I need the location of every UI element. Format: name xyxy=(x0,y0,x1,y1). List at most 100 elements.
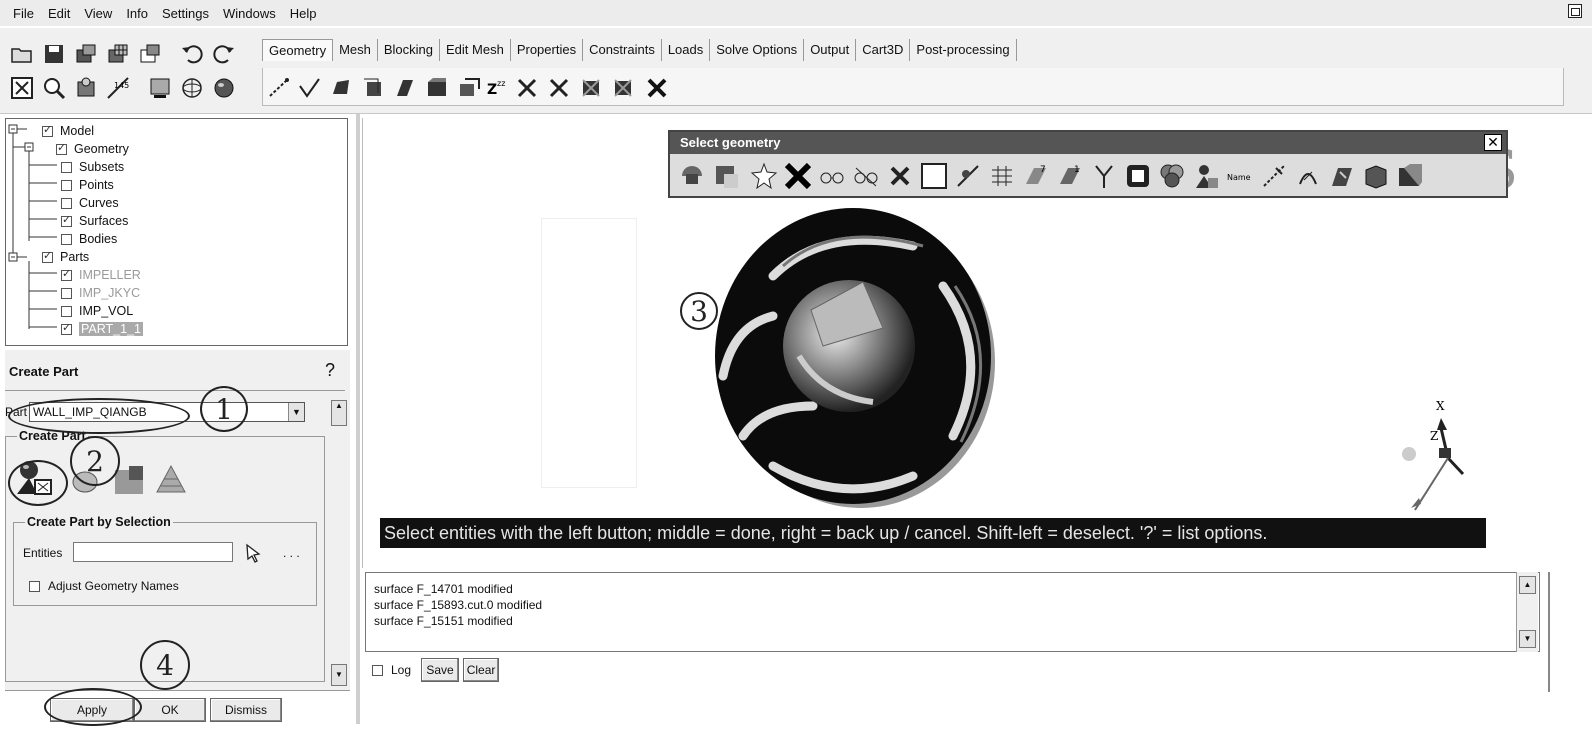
select-by-subset-icon[interactable] xyxy=(1192,162,1220,190)
select-all-icon[interactable] xyxy=(784,162,812,190)
restore-dormant-icon[interactable]: Zzz xyxy=(485,76,509,100)
redo-icon[interactable] xyxy=(212,42,236,66)
chevron-down-icon[interactable]: ▼ xyxy=(288,403,305,421)
tree-item-imp-jkyc[interactable]: IMP_JKYC xyxy=(61,284,140,302)
tab-geometry[interactable]: Geometry xyxy=(262,39,334,61)
select-points-icon[interactable] xyxy=(954,162,982,190)
menu-edit[interactable]: Edit xyxy=(48,6,70,21)
save-log-button[interactable]: Save xyxy=(421,658,460,682)
select-blocks-icon[interactable] xyxy=(1362,162,1390,190)
checkbox[interactable] xyxy=(61,233,72,245)
save-icon[interactable] xyxy=(42,42,66,66)
log-scroll-down[interactable]: ▼ xyxy=(1519,630,1536,648)
entities-input[interactable] xyxy=(73,542,233,562)
clear-log-button[interactable]: Clear xyxy=(463,658,500,682)
menu-info[interactable]: Info xyxy=(126,6,148,21)
select-hidden-icon[interactable] xyxy=(852,162,880,190)
more-options-button[interactable]: . . . xyxy=(283,546,300,560)
select-by-type-icon[interactable] xyxy=(1260,162,1288,190)
adjust-names-checkbox[interactable] xyxy=(29,580,40,592)
geometry-file-icon[interactable] xyxy=(74,42,98,66)
fit-window-icon[interactable] xyxy=(10,76,34,100)
shaded-icon[interactable] xyxy=(212,76,236,100)
log-scrollbar[interactable]: ▲ ▼ xyxy=(1516,572,1538,652)
zoom-icon[interactable] xyxy=(42,76,66,100)
menu-settings[interactable]: Settings xyxy=(162,6,209,21)
panel-scroll-up[interactable]: ▲ xyxy=(331,400,347,426)
delete-body-icon[interactable] xyxy=(611,76,635,100)
help-icon[interactable]: ? xyxy=(325,360,335,381)
select-adjacent-icon[interactable] xyxy=(1328,162,1356,190)
tab-blocking[interactable]: Blocking xyxy=(378,39,441,61)
tab-mesh[interactable]: Mesh xyxy=(333,39,378,61)
log-scroll-up[interactable]: ▲ xyxy=(1519,576,1536,594)
checkbox[interactable] xyxy=(56,141,67,155)
dismiss-button[interactable]: Dismiss xyxy=(210,698,282,722)
panel-divider[interactable] xyxy=(356,114,360,724)
select-surfaces-icon[interactable]: 7 xyxy=(1022,162,1050,190)
checkbox[interactable] xyxy=(61,161,72,173)
display-settings-icon[interactable] xyxy=(148,76,172,100)
select-bodies-icon[interactable]: 1 xyxy=(1056,162,1084,190)
tab-edit-mesh[interactable]: Edit Mesh xyxy=(440,39,511,61)
transform-geometry-icon[interactable] xyxy=(457,76,481,100)
checkbox[interactable] xyxy=(61,179,72,191)
select-visible-icon[interactable] xyxy=(818,162,846,190)
tree-item-surfaces[interactable]: Surfaces xyxy=(61,212,128,230)
tree-item-part-1-1[interactable]: PART_1_1 xyxy=(61,320,143,338)
checkbox[interactable] xyxy=(61,267,72,281)
toggle-selection-mode-icon[interactable] xyxy=(678,162,706,190)
select-box-icon[interactable] xyxy=(750,162,778,190)
tree-item-parts[interactable]: Parts xyxy=(42,248,89,266)
menu-windows[interactable]: Windows xyxy=(223,6,276,21)
select-by-color-icon[interactable] xyxy=(1158,162,1186,190)
measure-icon[interactable] xyxy=(74,76,98,100)
checkbox[interactable] xyxy=(61,213,72,227)
create-point-icon[interactable] xyxy=(267,76,291,100)
open-folder-icon[interactable] xyxy=(10,42,34,66)
tab-loads[interactable]: Loads xyxy=(662,39,711,61)
select-curves-icon[interactable] xyxy=(988,162,1016,190)
tab-output[interactable]: Output xyxy=(804,39,857,61)
close-icon[interactable]: ✕ xyxy=(1484,134,1502,151)
cancel-selection-icon[interactable] xyxy=(886,162,914,190)
create-part-by-mesh-icon[interactable] xyxy=(153,462,189,498)
delete-curve-icon[interactable] xyxy=(547,76,571,100)
tab-cart3d[interactable]: Cart3D xyxy=(856,39,911,61)
delete-surface-icon[interactable] xyxy=(579,76,603,100)
select-cursor-icon[interactable] xyxy=(243,542,265,564)
checkbox[interactable] xyxy=(61,197,72,209)
quality-icon[interactable]: 145 xyxy=(106,76,130,100)
tree-item-impeller[interactable]: IMPELLER xyxy=(61,266,141,284)
create-surface-icon[interactable] xyxy=(329,76,353,100)
tab-properties[interactable]: Properties xyxy=(511,39,584,61)
rectangle-select-icon[interactable] xyxy=(920,162,948,190)
blocking-file-icon[interactable] xyxy=(138,42,162,66)
select-mesh-icon[interactable] xyxy=(1396,162,1424,190)
create-body-icon[interactable] xyxy=(393,76,417,100)
checkbox[interactable] xyxy=(42,123,53,137)
tree-item-curves[interactable]: Curves xyxy=(61,194,119,212)
restore-window-icon[interactable] xyxy=(1568,4,1582,18)
checkbox[interactable] xyxy=(61,287,72,299)
panel-scroll-down[interactable]: ▼ xyxy=(331,664,347,686)
menu-file[interactable]: File xyxy=(13,6,34,21)
tree-item-model[interactable]: Model xyxy=(42,122,94,140)
ok-button[interactable]: OK xyxy=(134,698,206,722)
tree-item-geometry[interactable]: Geometry xyxy=(56,140,129,158)
tab-constraints[interactable]: Constraints xyxy=(583,39,662,61)
delete-point-icon[interactable] xyxy=(515,76,539,100)
log-checkbox[interactable] xyxy=(372,664,383,676)
mesh-file-icon[interactable] xyxy=(106,42,130,66)
impeller-model[interactable] xyxy=(703,206,1003,512)
tree-item-bodies[interactable]: Bodies xyxy=(61,230,117,248)
tree-item-subsets[interactable]: Subsets xyxy=(61,158,124,176)
checkbox[interactable] xyxy=(61,321,72,335)
menu-view[interactable]: View xyxy=(84,6,112,21)
tab-solve-options[interactable]: Solve Options xyxy=(710,39,805,61)
wireframe-icon[interactable] xyxy=(180,76,204,100)
menu-help[interactable]: Help xyxy=(290,6,317,21)
select-by-dimension-icon[interactable] xyxy=(1090,162,1118,190)
delete-any-entity-icon[interactable] xyxy=(645,76,669,100)
select-by-name-icon[interactable]: Name xyxy=(1226,162,1254,190)
